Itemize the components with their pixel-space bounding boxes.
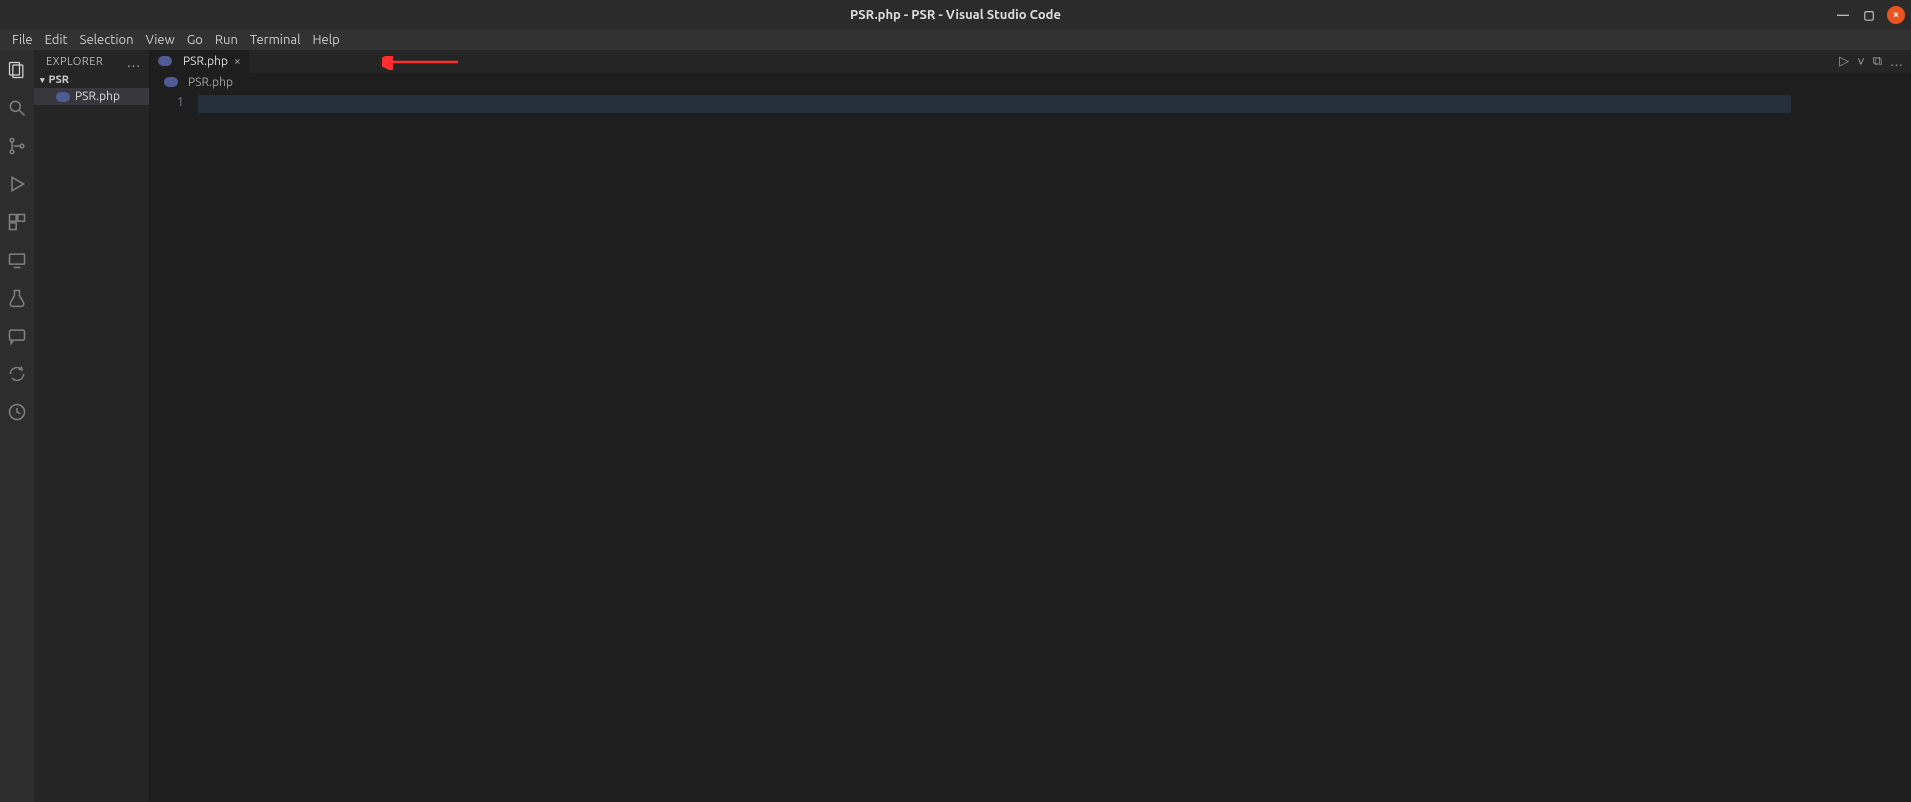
window-controls: — ▢ × [1835,0,1905,30]
explorer-header: EXPLORER … [34,50,149,72]
line-number-1: 1 [150,95,198,109]
menu-run[interactable]: Run [209,33,244,47]
active-line[interactable] [198,95,1791,113]
explorer-folder[interactable]: ▸ PSR [34,72,149,88]
sync-icon[interactable] [5,362,29,386]
maximize-button[interactable]: ▢ [1861,7,1877,23]
more-actions-icon[interactable]: … [1890,55,1903,69]
editor-actions: ▷ ˅ ⧉ … [1839,50,1911,73]
tab-label: PSR.php [183,55,228,68]
timeline-icon[interactable] [5,400,29,424]
explorer-icon[interactable] [5,58,29,82]
php-file-icon [164,77,178,87]
explorer-sidebar: EXPLORER … ▸ PSR PSR.php [34,50,150,802]
testing-icon[interactable] [5,286,29,310]
menu-terminal[interactable]: Terminal [244,33,307,47]
close-button[interactable]: × [1887,6,1905,24]
title-bar: PSR.php - PSR - Visual Studio Code — ▢ × [0,0,1911,30]
chevron-down-icon: ▸ [37,78,48,83]
menu-go[interactable]: Go [181,33,209,47]
run-dropdown-icon[interactable]: ˅ [1857,54,1865,69]
source-control-icon[interactable] [5,134,29,158]
remote-icon[interactable] [5,248,29,272]
editor-body[interactable]: 1 [150,91,1911,802]
folder-label: PSR [49,74,69,86]
menu-file[interactable]: File [6,33,39,47]
breadcrumb-file: PSR.php [188,76,233,89]
extensions-icon[interactable] [5,210,29,234]
activity-bar [0,50,34,802]
breadcrumb[interactable]: PSR.php [150,73,1911,91]
main-area: EXPLORER … ▸ PSR PSR.php PSR.php × ▷ ˅ ⧉… [0,50,1911,802]
php-file-icon [158,56,172,66]
file-label: PSR.php [75,90,120,103]
explorer-file[interactable]: PSR.php [34,88,149,105]
php-file-icon [56,92,70,102]
tab-bar: PSR.php × ▷ ˅ ⧉ … [150,50,1911,73]
menu-bar: File Edit Selection View Go Run Terminal… [0,30,1911,50]
minimize-button[interactable]: — [1835,7,1851,23]
chat-icon[interactable] [5,324,29,348]
explorer-title: EXPLORER [46,56,103,68]
menu-edit[interactable]: Edit [39,33,74,47]
editor-area: PSR.php × ▷ ˅ ⧉ … PSR.php 1 [150,50,1911,802]
split-editor-icon[interactable]: ⧉ [1873,54,1882,69]
menu-help[interactable]: Help [306,33,345,47]
run-icon[interactable]: ▷ [1839,54,1849,69]
explorer-more-icon[interactable]: … [127,57,141,67]
search-icon[interactable] [5,96,29,120]
run-debug-icon[interactable] [5,172,29,196]
tab-psr-php[interactable]: PSR.php × [150,50,250,73]
menu-view[interactable]: View [140,33,181,47]
menu-selection[interactable]: Selection [74,33,140,47]
line-gutter: 1 [150,91,198,802]
window-title: PSR.php - PSR - Visual Studio Code [850,8,1061,22]
tab-close-icon[interactable]: × [234,55,241,68]
